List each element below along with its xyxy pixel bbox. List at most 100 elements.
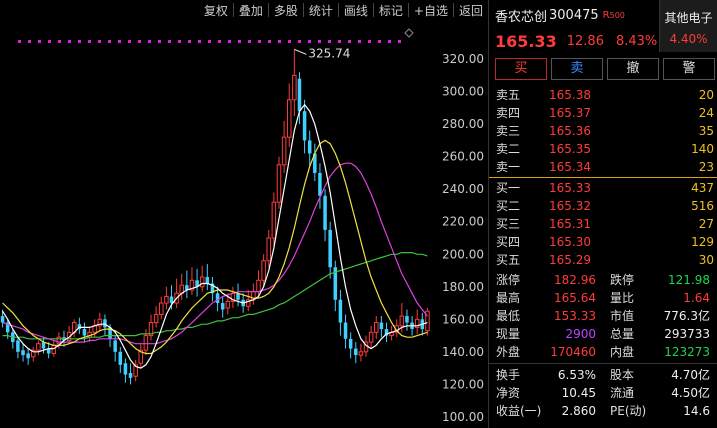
event-marker xyxy=(328,40,331,43)
candle-body xyxy=(297,78,302,112)
bid-row[interactable]: 买五 165.29 30 xyxy=(489,251,717,269)
high-annotation-label: 325.74 xyxy=(308,46,350,60)
stat-value: 10.45 xyxy=(561,386,596,400)
candle-body xyxy=(103,319,107,328)
last-price: 165.33 xyxy=(495,31,557,51)
candle-body xyxy=(328,229,332,268)
stat-value: 2.860 xyxy=(561,404,596,418)
stat-label: 外盘 xyxy=(496,345,521,359)
candle-body xyxy=(220,303,225,310)
event-marker xyxy=(228,40,231,43)
order-volume: 23 xyxy=(698,160,714,174)
toolbar-duogu-button[interactable]: 多股 xyxy=(269,0,303,20)
order-price: 165.35 xyxy=(549,142,591,156)
kline-chart[interactable]: 320.00 300.00 280.00 260.00 240.00 220.00 200.… xyxy=(0,0,488,428)
stat-label: 现量 xyxy=(496,327,521,341)
y-axis-tick-label: 240.00 xyxy=(442,182,484,196)
order-volume: 35 xyxy=(698,124,714,138)
order-label: 买一 xyxy=(496,181,521,195)
stat-label: 流通 xyxy=(610,386,635,400)
order-label: 买三 xyxy=(496,217,521,231)
event-marker xyxy=(28,40,31,43)
r-badge-letter: R xyxy=(602,9,610,21)
sell-button[interactable]: 卖 xyxy=(551,58,603,80)
ask-row[interactable]: 卖二 165.35 140 xyxy=(489,140,717,158)
candle-body xyxy=(292,74,297,101)
stats-cell: 总量 293733 xyxy=(603,325,717,343)
stats-row: 现量 2900 总量 293733 xyxy=(489,325,717,343)
stats-cell: 外盘 170460 xyxy=(489,343,603,361)
kline-chart-panel[interactable]: 320.00 300.00 280.00 260.00 240.00 220.00 200.… xyxy=(0,0,488,428)
order-volume: 129 xyxy=(691,235,714,249)
order-label: 卖一 xyxy=(496,160,521,174)
candle-body xyxy=(26,353,30,359)
stats-row: 外盘 170460 内盘 123273 xyxy=(489,343,717,361)
quote-panel: 香农芯创 300475 R500 其他电子 4.40% 165.33 12.86… xyxy=(488,0,717,428)
candle-body xyxy=(82,329,87,336)
stat-label: 量比 xyxy=(610,291,635,305)
stock-code: 300475 xyxy=(549,7,599,23)
ask-row[interactable]: 卖三 165.36 35 xyxy=(489,122,717,140)
stats-row: 最高 165.64 量比 1.64 xyxy=(489,289,717,307)
stats-cell: 股本 4.70亿 xyxy=(603,366,717,384)
bid-row[interactable]: 买一 165.33 437 xyxy=(489,179,717,197)
y-axis-tick-label: 120.00 xyxy=(442,377,484,391)
ask-row[interactable]: 卖五 165.38 20 xyxy=(489,86,717,104)
toolbar-tongji-button[interactable]: 统计 xyxy=(304,0,338,20)
stats-cell: 换手 6.53% xyxy=(489,366,603,384)
toolbar-back-button[interactable]: 返回 xyxy=(454,0,488,20)
event-marker xyxy=(238,40,241,43)
stats-row: 收益(一) 2.860 PE(动) 14.6 xyxy=(489,402,717,420)
stats-cell: 量比 1.64 xyxy=(603,289,717,307)
alert-button[interactable]: 警 xyxy=(663,58,715,80)
order-price: 165.38 xyxy=(549,88,591,102)
chart-toolbar: 复权 叠加 多股 统计 画线 标记 +自选 返回 xyxy=(199,0,488,20)
event-marker xyxy=(378,40,381,43)
toolbar-add-watchlist-button[interactable]: +自选 xyxy=(409,0,453,20)
ma60-line xyxy=(2,252,428,340)
candle-body xyxy=(276,164,282,203)
ask-row[interactable]: 卖四 165.37 24 xyxy=(489,104,717,122)
order-book: 卖五 165.38 20 卖四 165.37 24 卖三 165.36 35 卖二 165.35 14… xyxy=(489,86,717,269)
bid-row[interactable]: 买三 165.31 27 xyxy=(489,215,717,233)
candle-body xyxy=(286,99,292,138)
stat-label: 市值 xyxy=(610,309,635,323)
y-axis-tick-label: 260.00 xyxy=(442,150,484,164)
r-badge: R500 xyxy=(603,10,625,21)
y-axis-tick-label: 280.00 xyxy=(442,117,484,131)
candle-body xyxy=(343,322,348,339)
buy-button[interactable]: 买 xyxy=(495,58,547,80)
toolbar-diejia-button[interactable]: 叠加 xyxy=(234,0,268,20)
stats-cell: 最低 153.33 xyxy=(489,307,603,325)
price-line: 165.33 12.86 8.43% xyxy=(489,30,717,52)
order-price: 165.37 xyxy=(549,106,591,120)
stat-value: 1.64 xyxy=(683,291,710,305)
event-marker xyxy=(278,40,281,43)
ask-row[interactable]: 卖一 165.34 23 xyxy=(489,158,717,176)
order-volume: 27 xyxy=(698,217,714,231)
toolbar-biaoji-button[interactable]: 标记 xyxy=(374,0,408,20)
event-marker xyxy=(118,40,121,43)
order-volume: 516 xyxy=(691,199,714,213)
order-label: 买四 xyxy=(496,235,521,249)
order-label: 卖四 xyxy=(496,106,521,120)
event-marker xyxy=(78,40,81,43)
order-label: 卖五 xyxy=(496,88,521,102)
event-marker xyxy=(188,40,191,43)
stat-value: 170460 xyxy=(550,345,596,359)
y-axis-tick-label: 300.00 xyxy=(442,85,484,99)
toolbar-huaxian-button[interactable]: 画线 xyxy=(339,0,373,20)
event-marker xyxy=(168,40,171,43)
bid-row[interactable]: 买四 165.30 129 xyxy=(489,233,717,251)
y-axis-tick-label: 320.00 xyxy=(442,52,484,66)
toolbar-fuquan-button[interactable]: 复权 xyxy=(199,0,233,20)
order-price: 165.34 xyxy=(549,160,591,174)
stat-value: 121.98 xyxy=(668,273,710,287)
stat-label: 收益(一) xyxy=(496,404,542,418)
event-marker xyxy=(18,40,21,43)
bid-row[interactable]: 买二 165.32 516 xyxy=(489,197,717,215)
cancel-order-button[interactable]: 撤 xyxy=(607,58,659,80)
candle-body xyxy=(16,340,20,352)
stat-label: 股本 xyxy=(610,368,635,382)
order-price: 165.31 xyxy=(549,217,591,231)
